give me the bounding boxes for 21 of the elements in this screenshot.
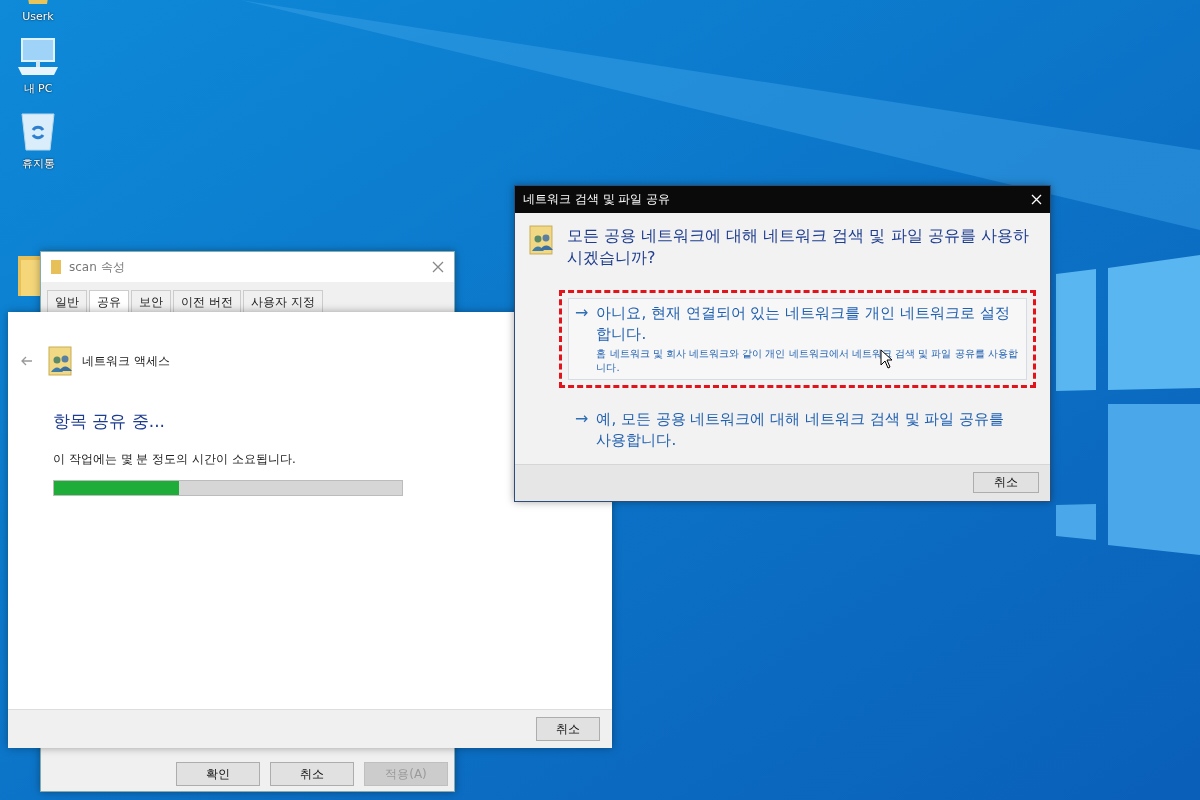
arrow-icon: → [575, 302, 589, 375]
window-title: 네트워크 검색 및 파일 공유 [523, 191, 671, 209]
tab[interactable]: 보안 [131, 290, 171, 314]
tab[interactable]: 공유 [89, 290, 129, 314]
cancel-button[interactable]: 취소 [973, 472, 1039, 494]
dialog-button[interactable]: 확인 [176, 762, 260, 786]
cancel-button[interactable]: 취소 [536, 717, 600, 741]
arrow-icon: → [575, 408, 589, 451]
dialog-question: 모든 공용 네트워크에 대해 네트워크 검색 및 파일 공유를 사용하시겠습니까? [566, 225, 1030, 270]
desktop-icon-label[interactable]: Userk [22, 10, 54, 23]
tab[interactable]: 사용자 지정 [242, 290, 323, 314]
tab[interactable]: 일반 [47, 290, 87, 314]
desktop-icon-label[interactable]: 내 PC [23, 81, 53, 96]
window-title: scan 속성 [69, 258, 125, 276]
command-link[interactable]: → 예, 모든 공용 네트워크에 대해 네트워크 검색 및 파일 공유를 사용합니다. [568, 403, 1027, 456]
tab[interactable]: 이전 버전 [173, 290, 241, 314]
desktop-icon-label[interactable]: 휴지통 [21, 156, 55, 171]
wizard-heading: 항목 공유 중... [53, 410, 166, 433]
wizard-title: 네트워크 액세스 [82, 352, 170, 370]
dialog-button[interactable]: 취소 [270, 762, 354, 786]
wizard-message: 이 작업에는 몇 분 정도의 시간이 소요됩니다. [53, 451, 296, 468]
